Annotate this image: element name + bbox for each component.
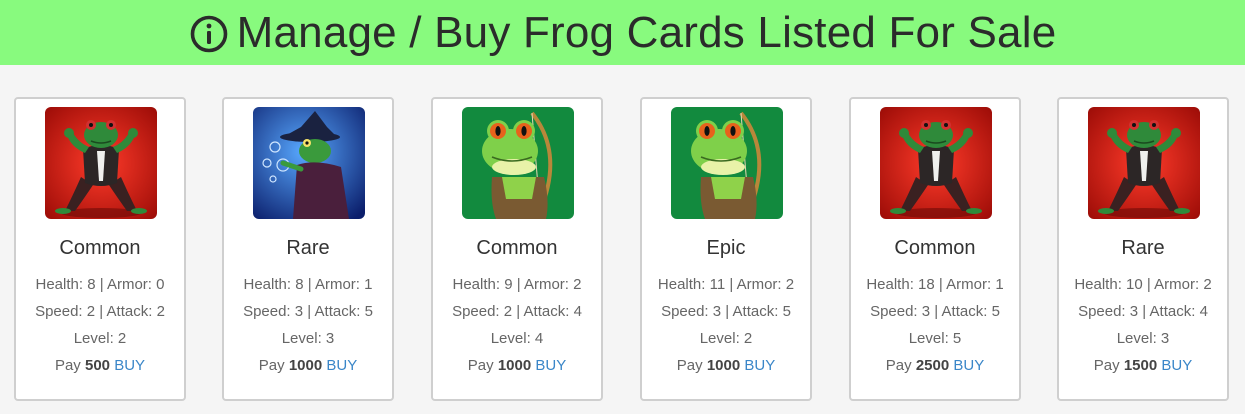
- card-speed-attack: Speed: 3 | Attack: 5: [661, 303, 791, 320]
- card-health-armor: Health: 18 | Armor: 1: [866, 276, 1004, 293]
- card-level: Level: 5: [908, 330, 962, 347]
- card-price-row: Pay 500 BUY: [54, 357, 146, 374]
- card-attack: 5: [782, 303, 791, 320]
- card-rarity: Epic: [706, 237, 746, 259]
- card-armor: 2: [785, 276, 795, 293]
- frog-card-image: [45, 107, 157, 219]
- card-speed: 3: [294, 303, 304, 320]
- card-attack: 5: [364, 303, 373, 320]
- frog-card: Common Health: 18 | Armor: 1 Speed: 3 | …: [849, 97, 1021, 401]
- card-speed: 2: [503, 303, 513, 320]
- card-price: 1500: [1123, 357, 1158, 374]
- card-health-armor: Health: 9 | Armor: 2: [452, 276, 582, 293]
- card-level: Level: 4: [490, 330, 544, 347]
- card-price: 1000: [706, 357, 741, 374]
- card-armor: 0: [156, 276, 165, 293]
- buy-button[interactable]: BUY: [953, 357, 984, 374]
- card-price-row: Pay 2500 BUY: [885, 357, 985, 374]
- card-rarity: Rare: [286, 237, 330, 259]
- card-price: 1000: [497, 357, 532, 374]
- card-level: Level: 2: [699, 330, 753, 347]
- card-health: 11: [709, 276, 726, 293]
- card-health: 8: [295, 276, 304, 293]
- buy-button[interactable]: BUY: [1161, 357, 1192, 374]
- card-speed-attack: Speed: 2 | Attack: 4: [452, 303, 582, 320]
- card-health: 18: [918, 276, 935, 293]
- info-circle-icon: [190, 15, 227, 52]
- card-health-armor: Health: 8 | Armor: 0: [35, 276, 165, 293]
- page-title: Manage / Buy Frog Cards Listed For Sale: [236, 7, 1057, 57]
- frog-card: Rare Health: 10 | Armor: 2 Speed: 3 | At…: [1057, 97, 1229, 401]
- card-attack: 5: [991, 303, 1000, 320]
- card-health: 8: [87, 276, 96, 293]
- card-rarity: Rare: [1121, 237, 1165, 259]
- card-level: Level: 3: [281, 330, 335, 347]
- card-health: 10: [1126, 276, 1143, 293]
- card-attack: 4: [573, 303, 582, 320]
- card-speed: 3: [712, 303, 722, 320]
- buy-button[interactable]: BUY: [535, 357, 566, 374]
- card-rarity: Common: [476, 237, 558, 259]
- card-price-row: Pay 1000 BUY: [467, 357, 567, 374]
- card-armor: 2: [1203, 276, 1212, 293]
- card-level: Level: 3: [1116, 330, 1170, 347]
- buy-button[interactable]: BUY: [326, 357, 357, 374]
- card-rarity: Common: [59, 237, 141, 259]
- card-speed: 3: [1129, 303, 1139, 320]
- card-price: 1000: [288, 357, 323, 374]
- buy-button[interactable]: BUY: [114, 357, 145, 374]
- card-health: 9: [504, 276, 513, 293]
- card-level: Level: 2: [73, 330, 127, 347]
- frog-card-image: [462, 107, 574, 219]
- frog-card-image: [253, 107, 365, 219]
- card-armor: 1: [995, 276, 1004, 293]
- card-speed-attack: Speed: 3 | Attack: 4: [1078, 303, 1208, 320]
- card-attack: 4: [1199, 303, 1208, 320]
- frog-card: Epic Health: 11 | Armor: 2 Speed: 3 | At…: [640, 97, 812, 401]
- frog-card: Common Health: 8 | Armor: 0 Speed: 2 | A…: [14, 97, 186, 401]
- card-health-armor: Health: 8 | Armor: 1: [243, 276, 373, 293]
- card-health-armor: Health: 10 | Armor: 2: [1074, 276, 1212, 293]
- card-armor: 1: [364, 276, 373, 293]
- card-speed: 2: [86, 303, 96, 320]
- page-header: Manage / Buy Frog Cards Listed For Sale: [0, 0, 1245, 65]
- card-price-row: Pay 1000 BUY: [676, 357, 776, 374]
- card-price: 2500: [915, 357, 950, 374]
- frog-card-image: [880, 107, 992, 219]
- card-speed-attack: Speed: 3 | Attack: 5: [870, 303, 1000, 320]
- buy-button[interactable]: BUY: [744, 357, 775, 374]
- card-speed: 3: [921, 303, 931, 320]
- card-price: 500: [84, 357, 111, 374]
- card-speed-attack: Speed: 3 | Attack: 5: [243, 303, 373, 320]
- card-speed-attack: Speed: 2 | Attack: 2: [35, 303, 165, 320]
- card-attack: 2: [156, 303, 165, 320]
- frog-card-image: [671, 107, 783, 219]
- card-price-row: Pay 1500 BUY: [1093, 357, 1193, 374]
- card-health-armor: Health: 11 | Armor: 2: [657, 276, 795, 293]
- frog-card-image: [1088, 107, 1200, 219]
- frog-card: Common Health: 9 | Armor: 2 Speed: 2 | A…: [431, 97, 603, 401]
- frog-card: Rare Health: 8 | Armor: 1 Speed: 3 | Att…: [222, 97, 394, 401]
- card-armor: 2: [573, 276, 582, 293]
- card-rarity: Common: [894, 237, 976, 259]
- card-price-row: Pay 1000 BUY: [258, 357, 358, 374]
